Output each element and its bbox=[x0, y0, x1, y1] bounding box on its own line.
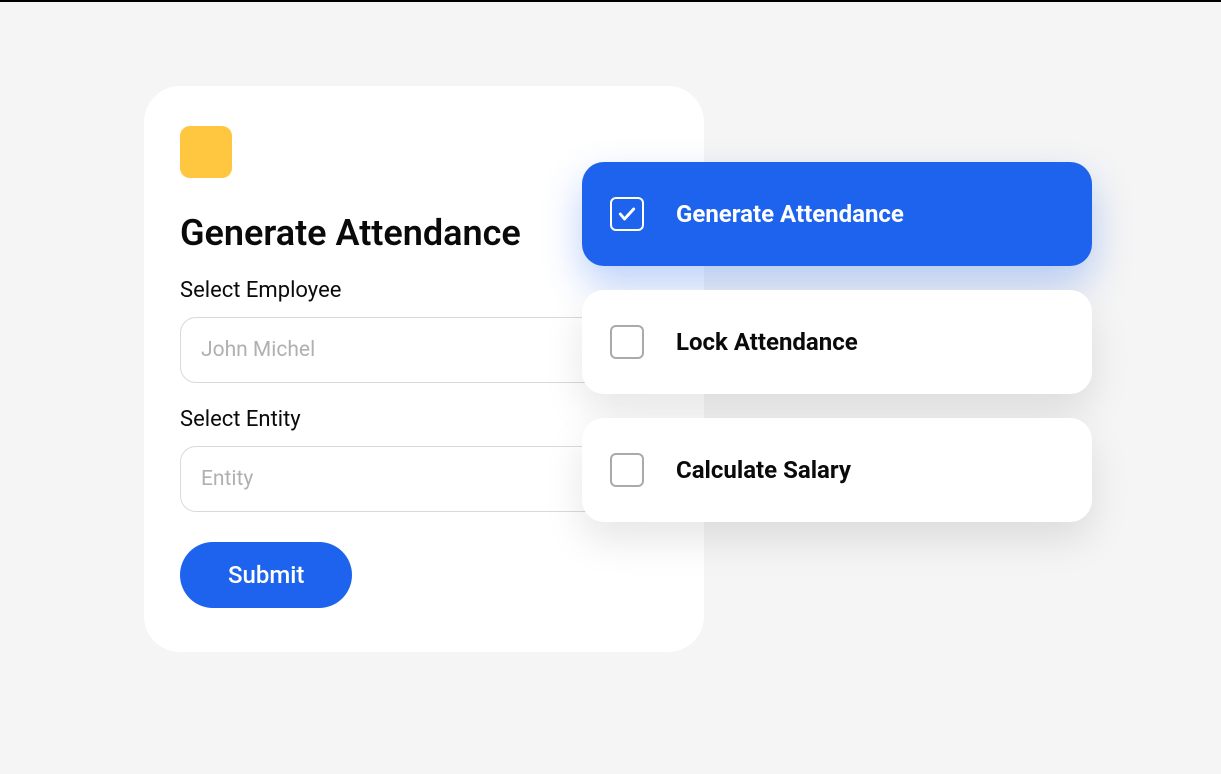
option-label: Calculate Salary bbox=[676, 456, 851, 484]
option-label: Lock Attendance bbox=[676, 328, 858, 356]
option-calculate-salary[interactable]: Calculate Salary bbox=[582, 418, 1092, 522]
checkbox-icon bbox=[610, 325, 644, 359]
submit-button[interactable]: Submit bbox=[180, 542, 352, 608]
option-lock-attendance[interactable]: Lock Attendance bbox=[582, 290, 1092, 394]
checkbox-icon bbox=[610, 197, 644, 231]
option-label: Generate Attendance bbox=[676, 200, 904, 228]
card-badge-icon bbox=[180, 126, 232, 178]
checkbox-icon bbox=[610, 453, 644, 487]
option-list: Generate Attendance Lock Attendance Calc… bbox=[582, 162, 1092, 522]
option-generate-attendance[interactable]: Generate Attendance bbox=[582, 162, 1092, 266]
top-divider bbox=[0, 0, 1221, 2]
